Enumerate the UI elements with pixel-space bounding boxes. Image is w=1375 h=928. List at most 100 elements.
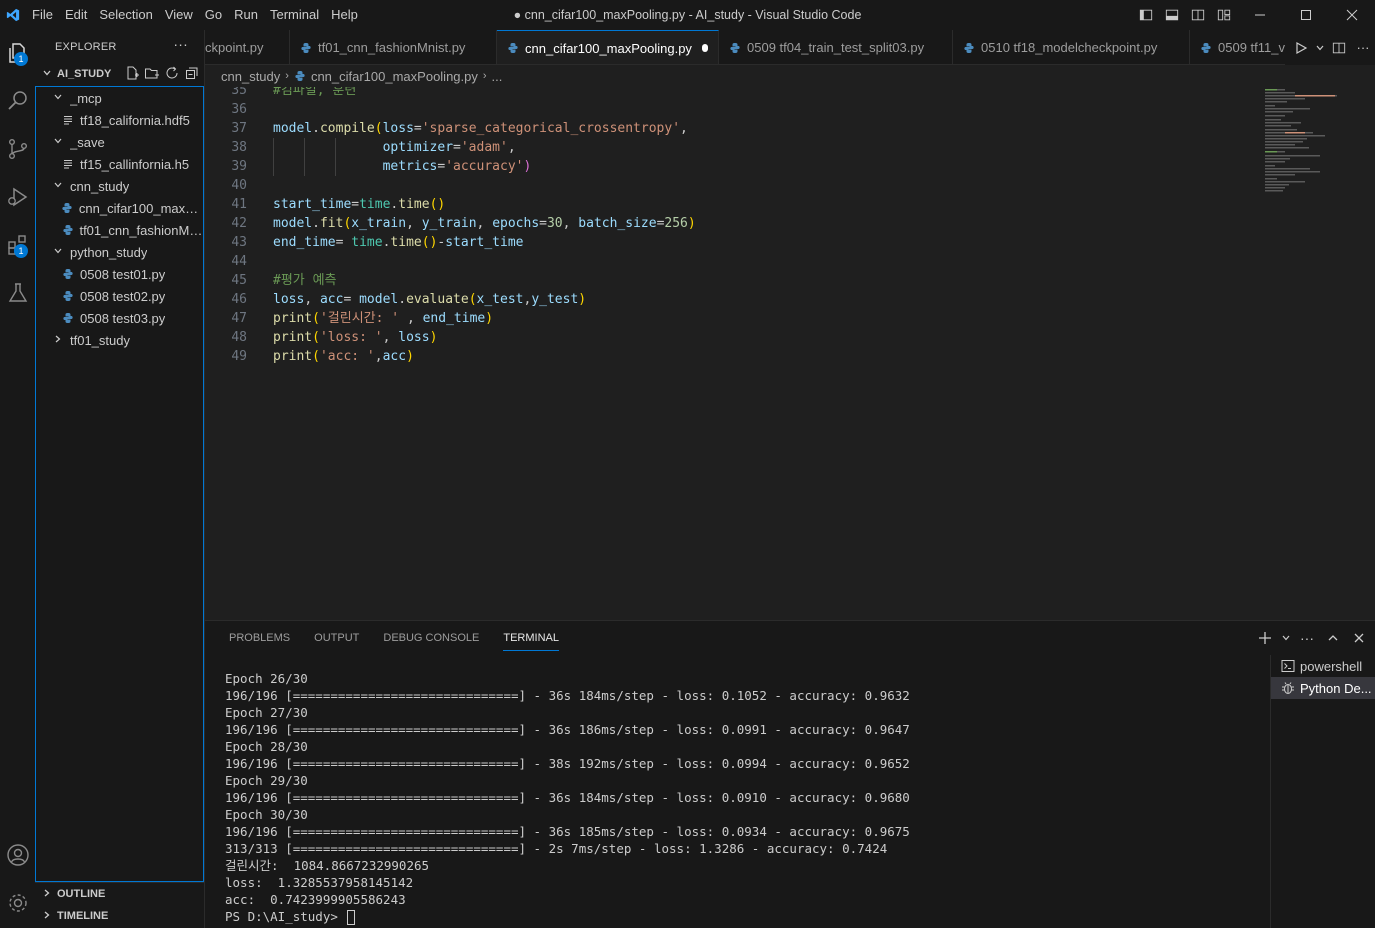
debug-bug-icon	[1281, 681, 1295, 695]
menu-item-terminal[interactable]: Terminal	[264, 0, 325, 30]
run-python-file-icon[interactable]	[1289, 30, 1313, 65]
code-line[interactable]: 46 loss, acc= model.evaluate(x_test,y_tes…	[205, 290, 1265, 309]
menu-item-file[interactable]: File	[26, 0, 59, 30]
search-icon[interactable]	[0, 80, 35, 122]
new-terminal-plus-icon[interactable]	[1255, 627, 1275, 649]
code-line[interactable]: 37 model.compile(loss='sparse_categorical…	[205, 119, 1265, 138]
panel-tab-output[interactable]: OUTPUT	[302, 621, 371, 656]
editor-tab[interactable]: ckpoint.py	[205, 30, 290, 64]
maximize-button[interactable]	[1283, 0, 1329, 30]
tab-label: 0510 tf18_modelcheckpoint.py	[981, 40, 1158, 55]
code-line[interactable]: 40	[205, 176, 1265, 195]
terminal-output[interactable]: Epoch 26/30 196/196 [====================…	[225, 670, 1265, 928]
editor-tab[interactable]: 0509 tf04_train_test_split03.py	[719, 30, 953, 64]
terminal-cursor	[347, 910, 356, 925]
terminal-instance[interactable]: Python De...	[1271, 677, 1375, 699]
tree-folder[interactable]: _save	[36, 131, 203, 153]
code-line[interactable]: 42 model.fit(x_train, y_train, epochs=30,…	[205, 214, 1265, 233]
toggle-primary-sidebar-icon[interactable]	[1133, 0, 1159, 30]
minimap[interactable]	[1265, 87, 1345, 197]
terminal-line: Epoch 27/30	[225, 705, 308, 720]
more-actions-icon[interactable]: ···	[1297, 627, 1317, 649]
chevron-down-icon[interactable]	[1281, 627, 1291, 649]
explorer-icon[interactable]: 1	[0, 32, 35, 74]
editor-tab[interactable]: 0510 tf18_modelcheckpoint.py	[953, 30, 1190, 64]
tree-folder[interactable]: tf01_study	[36, 329, 203, 351]
menu-item-edit[interactable]: Edit	[59, 0, 93, 30]
manage-gear-icon[interactable]	[0, 882, 35, 924]
tree-file[interactable]: tf15_callinfornia.h5	[36, 153, 203, 175]
unsaved-dot-icon[interactable]	[701, 44, 708, 52]
code-line[interactable]: 48 print('loss: ', loss)	[205, 328, 1265, 347]
tree-file[interactable]: 0508 test01.py	[36, 263, 203, 285]
tree-file[interactable]: tf18_california.hdf5	[36, 109, 203, 131]
indent-guide	[273, 157, 274, 176]
code-line[interactable]: 49 print('acc: ',acc)	[205, 347, 1265, 366]
toggle-secondary-sidebar-icon[interactable]	[1185, 0, 1211, 30]
close-button[interactable]	[1329, 0, 1375, 30]
code-line[interactable]: 43 end_time= time.time()-start_time	[205, 233, 1265, 252]
code-line[interactable]: 39 metrics='accuracy')	[205, 157, 1265, 176]
timeline-section-header[interactable]: TIMELINE	[35, 905, 204, 927]
line-number: 47	[231, 311, 247, 326]
code-text: optimizer='adam',	[382, 140, 516, 155]
tree-item-label: tf15_callinfornia.h5	[80, 156, 190, 172]
terminal-instance[interactable]: powershell	[1271, 655, 1375, 677]
minimize-button[interactable]	[1237, 0, 1283, 30]
panel-tab-debug-console[interactable]: DEBUG CONSOLE	[371, 621, 491, 656]
editor-tab[interactable]: tf01_cnn_fashionMnist.py	[290, 30, 497, 64]
tab-label: tf01_cnn_fashionMnist.py	[318, 40, 466, 55]
panel-tab-terminal[interactable]: TERMINAL	[491, 621, 571, 656]
breadcrumb-folder[interactable]: cnn_study	[221, 69, 280, 84]
code-editor[interactable]: 35 #컴파일, 훈련 36 37 model.compile(loss='sparse…	[205, 87, 1375, 620]
code-text: #컴파일, 훈련	[273, 87, 357, 98]
panel-tab-problems[interactable]: PROBLEMS	[217, 621, 302, 656]
chevron-down-icon	[50, 180, 66, 193]
testing-icon[interactable]	[0, 272, 35, 314]
toggle-panel-icon[interactable]	[1159, 0, 1185, 30]
more-actions-icon[interactable]: ···	[173, 36, 188, 52]
refresh-icon[interactable]	[164, 65, 180, 84]
tree-item-label: 0508 test03.py	[80, 310, 166, 326]
code-line[interactable]: 44	[205, 252, 1265, 271]
tree-file[interactable]: 0508 test03.py	[36, 307, 203, 329]
collapse-all-icon[interactable]	[184, 65, 200, 84]
split-editor-icon[interactable]	[1327, 30, 1351, 65]
breadcrumb-file[interactable]: cnn_cifar100_maxPooling.py	[311, 69, 478, 84]
maximize-panel-icon[interactable]	[1323, 627, 1343, 649]
python-file-icon	[507, 42, 519, 54]
menu-item-help[interactable]: Help	[325, 0, 364, 30]
tree-folder[interactable]: python_study	[36, 241, 203, 263]
editor-tab[interactable]: cnn_cifar100_maxPooling.py	[497, 30, 719, 64]
new-folder-icon[interactable]	[144, 65, 160, 84]
extensions-icon[interactable]: 1	[0, 224, 35, 266]
menu-item-selection[interactable]: Selection	[93, 0, 158, 30]
new-file-icon[interactable]	[124, 65, 140, 84]
menu-item-view[interactable]: View	[159, 0, 199, 30]
chevron-down-icon[interactable]	[1313, 30, 1327, 65]
outline-section-header[interactable]: OUTLINE	[35, 883, 204, 905]
tree-folder[interactable]: _mcp	[36, 87, 203, 109]
tree-file[interactable]: tf01_cnn_fashionMn...	[36, 219, 203, 241]
code-line[interactable]: 35 #컴파일, 훈련	[205, 87, 1265, 100]
code-line[interactable]: 45 #평가 예측	[205, 271, 1265, 290]
accounts-icon[interactable]	[0, 834, 35, 876]
terminal-prompt-line[interactable]: PS D:\AI_study>	[225, 908, 1265, 925]
breadcrumb-symbol[interactable]: ...	[492, 69, 503, 84]
code-line[interactable]: 38 optimizer='adam',	[205, 138, 1265, 157]
more-actions-icon[interactable]: ···	[1351, 30, 1375, 65]
customize-layout-icon[interactable]	[1211, 0, 1237, 30]
close-panel-icon[interactable]	[1349, 627, 1369, 649]
source-control-icon[interactable]	[0, 128, 35, 170]
tree-file[interactable]: cnn_cifar100_maxPo...	[36, 197, 203, 219]
tree-folder[interactable]: cnn_study	[36, 175, 203, 197]
tree-file[interactable]: 0508 test02.py	[36, 285, 203, 307]
run-and-debug-icon[interactable]	[0, 176, 35, 218]
menu-item-run[interactable]: Run	[228, 0, 264, 30]
extensions-badge: 1	[14, 244, 28, 258]
workspace-section-header[interactable]: AI_STUDY	[35, 63, 204, 85]
code-line[interactable]: 47 print('걸린시간: ' , end_time)	[205, 309, 1265, 328]
menu-item-go[interactable]: Go	[199, 0, 228, 30]
code-line[interactable]: 36	[205, 100, 1265, 119]
code-line[interactable]: 41 start_time=time.time()	[205, 195, 1265, 214]
